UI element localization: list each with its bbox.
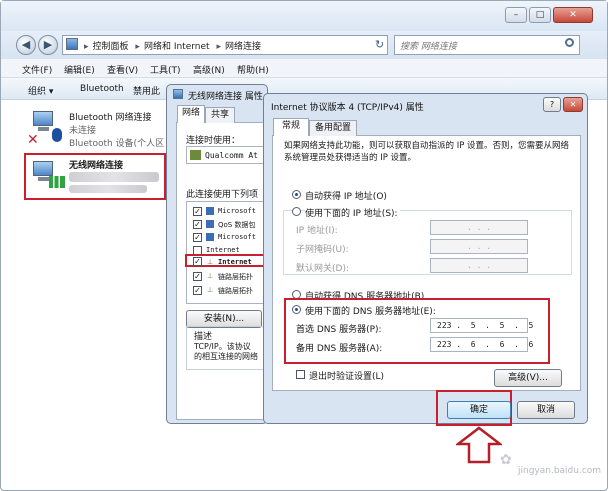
disable-command[interactable]: 禁用此 <box>133 84 160 97</box>
bluetooth-connection-device: Bluetooth 设备(个人区 <box>69 139 165 149</box>
manual-dns-radio[interactable] <box>292 305 301 314</box>
organize-button[interactable]: 组织 ▾ <box>28 84 53 97</box>
auto-ip-radio[interactable] <box>292 190 301 199</box>
item-label[interactable]: Internet <box>206 246 240 254</box>
breadcrumb: ▸ 控制面板 ▸ 网络和 Internet ▸ 网络连接 <box>83 39 264 52</box>
item-label[interactable]: 链路层拓扑 <box>218 272 253 282</box>
baidu-paw-icon: ✿ <box>500 452 512 468</box>
item-checkbox[interactable]: ✓ <box>193 207 202 216</box>
bluetooth-connection-name[interactable]: Bluetooth 网络连接 <box>69 110 152 123</box>
item-label[interactable]: QoS 数据包 <box>218 220 255 230</box>
menu-help[interactable]: 帮助(H) <box>237 63 269 76</box>
protocol-icon: ⊥ <box>207 258 214 266</box>
protocol-icon: ⊥ <box>207 286 214 294</box>
wireless-connection-name[interactable]: 无线网络连接 <box>69 158 123 171</box>
ok-button[interactable]: 确定 <box>447 401 511 419</box>
adapter-name: Qualcomm At <box>205 151 258 160</box>
wireless-network-small-icon <box>173 89 183 99</box>
item-checkbox[interactable]: ✓ <box>193 220 202 229</box>
default-gateway-label: 默认网关(D): <box>296 264 349 274</box>
bluetooth-connection-status: 未连接 <box>69 126 97 136</box>
manual-ip-label[interactable]: 使用下面的 IP 地址(S): <box>305 206 400 219</box>
breadcrumb-sep-icon: ▸ <box>216 42 221 52</box>
item-label[interactable]: Microsoft <box>218 207 256 215</box>
breadcrumb-network-internet[interactable]: 网络和 Internet <box>144 42 210 52</box>
description-label: 描述 <box>194 332 213 342</box>
forward-button[interactable]: ▶ <box>38 35 58 55</box>
intro-text: 如果网络支持此功能，则可以获取自动指派的 IP 设置。否则，您需要从网络系统管理… <box>284 141 570 163</box>
preferred-dns-label: 首选 DNS 服务器(P): <box>296 325 382 335</box>
item-label[interactable]: 链路层拓扑 <box>218 286 253 296</box>
refresh-icon[interactable]: ↻ <box>375 38 384 51</box>
manual-ip-radio[interactable] <box>292 207 301 216</box>
control-panel-icon <box>66 38 78 50</box>
minimize-button[interactable]: – <box>505 7 527 23</box>
connect-using-label: 连接时使用： <box>186 136 241 146</box>
manual-dns-label[interactable]: 使用下面的 DNS 服务器地址(E): <box>305 304 436 317</box>
up-arrow-icon <box>456 426 502 464</box>
watermark-text: jingyan.baidu.com <box>518 466 602 476</box>
item-checkbox[interactable]: ✓ <box>193 233 202 242</box>
alternate-dns-label: 备用 DNS 服务器(A): <box>296 344 383 354</box>
subnet-mask-label: 子网掩码(U): <box>296 245 349 255</box>
blurred-device-name <box>69 185 147 193</box>
tab-network[interactable]: 网络 <box>177 105 205 123</box>
client-icon <box>206 207 214 215</box>
validate-settings-checkbox[interactable] <box>296 370 305 379</box>
ip-address-label: IP 地址(I): <box>296 226 338 236</box>
adapter-icon <box>190 150 201 160</box>
blurred-ssid <box>69 172 159 182</box>
back-button[interactable]: ◀ <box>16 35 36 55</box>
search-icon[interactable] <box>565 38 574 47</box>
menu-edit[interactable]: 编辑(E) <box>64 63 95 76</box>
cancel-button[interactable]: 取消 <box>517 401 575 419</box>
items-label: 此连接使用下列项 <box>186 190 259 200</box>
signal-strength-icon <box>49 176 65 188</box>
advanced-button[interactable]: 高级(V)... <box>494 369 562 387</box>
subnet-mask-input[interactable]: . . . <box>430 239 528 254</box>
search-placeholder: 搜索 网络连接 <box>400 42 457 52</box>
close-button[interactable]: ✕ <box>553 7 593 23</box>
menu-tools[interactable]: 工具(T) <box>150 63 181 76</box>
description-text: TCP/IP。该协议 的相互连接的网络 <box>194 342 258 361</box>
breadcrumb-sep-icon: ▸ <box>135 42 140 52</box>
menu-file[interactable]: 文件(F) <box>22 63 52 76</box>
preferred-dns-input[interactable]: 223 . 5 . 5 . 5 <box>430 318 533 333</box>
dialog-close-button[interactable]: ✕ <box>563 97 583 112</box>
item-label[interactable]: Microsoft <box>218 233 256 241</box>
qos-icon <box>206 220 214 228</box>
wireless-properties-title: 无线网络连接 属性 <box>188 92 263 102</box>
protocol-icon: ⊥ <box>207 272 214 280</box>
menu-advanced[interactable]: 高级(N) <box>193 63 225 76</box>
breadcrumb-network-connections[interactable]: 网络连接 <box>225 42 261 52</box>
item-label[interactable]: Internet <box>218 258 252 266</box>
menu-view[interactable]: 查看(V) <box>107 63 138 76</box>
ip-address-input[interactable]: . . . <box>430 220 528 235</box>
item-checkbox[interactable]: ✓ <box>193 272 202 281</box>
item-checkbox[interactable]: ✓ <box>193 257 202 266</box>
bluetooth-command[interactable]: Bluetooth <box>80 84 124 94</box>
sharing-icon <box>206 233 214 241</box>
item-checkbox[interactable]: ✓ <box>193 286 202 295</box>
maximize-button[interactable]: □ <box>529 7 551 23</box>
tab-alternate-configuration[interactable]: 备用配置 <box>309 120 357 136</box>
help-button[interactable]: ? <box>543 97 561 112</box>
alternate-dns-input[interactable]: 223 . 6 . 6 . 6 <box>430 337 533 352</box>
ipv4-dialog-title: Internet 协议版本 4 (TCP/IPv4) 属性 <box>271 103 424 113</box>
bluetooth-icon <box>52 128 62 142</box>
tab-general[interactable]: 常规 <box>273 118 309 136</box>
breadcrumb-control-panel[interactable]: 控制面板 <box>93 42 129 52</box>
disconnected-x-icon: ✕ <box>27 132 39 148</box>
default-gateway-input[interactable]: . . . <box>430 258 528 273</box>
tab-sharing[interactable]: 共享 <box>205 107 235 123</box>
breadcrumb-sep-icon: ▸ <box>84 42 89 52</box>
auto-ip-label[interactable]: 自动获得 IP 地址(O) <box>305 189 387 202</box>
validate-settings-label[interactable]: 退出时验证设置(L) <box>309 369 384 382</box>
